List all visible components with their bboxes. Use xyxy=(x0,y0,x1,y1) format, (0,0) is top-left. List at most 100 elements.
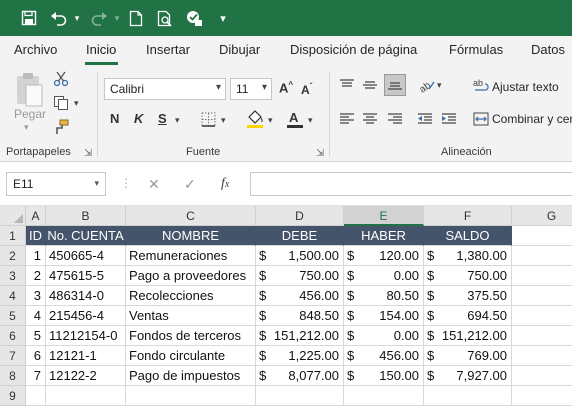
tab-formulas[interactable]: Fórmulas xyxy=(449,42,503,57)
font-color-icon[interactable]: A xyxy=(284,108,306,130)
cell-id[interactable]: 5 xyxy=(26,326,46,346)
column-header-g[interactable]: G xyxy=(512,206,572,226)
cell-id[interactable]: 7 xyxy=(26,366,46,386)
align-right-icon[interactable] xyxy=(386,110,404,128)
cell-debe[interactable]: $456.00 xyxy=(256,286,344,306)
cell-saldo[interactable]: $375.50 xyxy=(424,286,512,306)
underline-button[interactable]: S xyxy=(158,111,167,126)
cell-saldo[interactable]: $769.00 xyxy=(424,346,512,366)
italic-button[interactable]: K xyxy=(134,111,143,126)
tab-inicio[interactable]: Inicio xyxy=(86,42,116,57)
tab-insertar[interactable]: Insertar xyxy=(146,42,190,57)
table-header-cell[interactable]: HABER xyxy=(344,226,424,246)
redo-dropdown-icon[interactable]: ▾ xyxy=(112,6,122,30)
cell-debe[interactable]: $1,225.00 xyxy=(256,346,344,366)
tab-datos[interactable]: Datos xyxy=(531,42,565,57)
align-left-icon[interactable] xyxy=(338,110,356,128)
undo-dropdown-icon[interactable]: ▾ xyxy=(72,6,82,30)
table-header-cell[interactable]: ID xyxy=(26,226,46,246)
cell-id[interactable]: 4 xyxy=(26,306,46,326)
cell-haber[interactable]: $154.00 xyxy=(344,306,424,326)
borders-dropdown-icon[interactable]: ▾ xyxy=(221,115,226,126)
cell-nombre[interactable]: Pago a proveedores xyxy=(126,266,256,286)
new-document-icon[interactable] xyxy=(126,6,146,30)
tab-archivo[interactable]: Archivo xyxy=(14,42,57,57)
font-name-select[interactable]: Calibri ▾ xyxy=(104,78,226,100)
insert-function-icon[interactable]: fx xyxy=(221,176,229,192)
cell-empty[interactable] xyxy=(512,286,572,306)
row-header-5[interactable]: 5 xyxy=(0,306,26,326)
align-middle-icon[interactable] xyxy=(361,76,379,94)
merge-center-icon[interactable] xyxy=(472,110,490,128)
column-header-b[interactable]: B xyxy=(46,206,126,226)
row-header-7[interactable]: 7 xyxy=(0,346,26,366)
cell-empty[interactable] xyxy=(344,386,424,406)
row-header-6[interactable]: 6 xyxy=(0,326,26,346)
cancel-icon[interactable]: ✕ xyxy=(148,176,160,193)
cell-haber[interactable]: $80.50 xyxy=(344,286,424,306)
clipboard-launcher-icon[interactable]: ⇲ xyxy=(84,148,92,159)
cell-debe[interactable]: $750.00 xyxy=(256,266,344,286)
table-header-cell[interactable]: SALDO xyxy=(424,226,512,246)
font-size-select[interactable]: 11 ▾ xyxy=(230,78,272,100)
borders-icon[interactable] xyxy=(199,110,217,128)
cell-empty[interactable] xyxy=(512,306,572,326)
name-box[interactable]: E11 ▾ xyxy=(6,172,106,196)
cell-empty[interactable] xyxy=(424,386,512,406)
cell-nombre[interactable]: Remuneraciones xyxy=(126,246,256,266)
row-header-8[interactable]: 8 xyxy=(0,366,26,386)
font-color-dropdown-icon[interactable]: ▾ xyxy=(308,115,313,126)
cell-empty[interactable] xyxy=(126,386,256,406)
cell-debe[interactable]: $151,212.00 xyxy=(256,326,344,346)
print-preview-icon[interactable] xyxy=(154,6,176,30)
copy-icon[interactable] xyxy=(52,94,70,112)
cell-empty[interactable] xyxy=(26,386,46,406)
table-header-cell[interactable]: DEBE xyxy=(256,226,344,246)
spelling-check-icon[interactable] xyxy=(184,6,206,30)
save-icon[interactable] xyxy=(18,6,40,30)
wrap-text-icon[interactable]: ab xyxy=(472,76,490,94)
cell-saldo[interactable]: $694.50 xyxy=(424,306,512,326)
align-center-icon[interactable] xyxy=(361,110,379,128)
increase-indent-icon[interactable] xyxy=(440,110,458,128)
cell-cuenta[interactable]: 450665-4 xyxy=(46,246,126,266)
table-header-cell[interactable]: NOMBRE xyxy=(126,226,256,246)
row-header-3[interactable]: 3 xyxy=(0,266,26,286)
row-header-2[interactable]: 2 xyxy=(0,246,26,266)
undo-icon[interactable] xyxy=(48,6,70,30)
cell-cuenta[interactable]: 12121-1 xyxy=(46,346,126,366)
cell-nombre[interactable]: Recolecciones xyxy=(126,286,256,306)
select-all-button[interactable] xyxy=(0,206,26,226)
cell-empty[interactable] xyxy=(512,326,572,346)
merge-center-button[interactable]: Combinar y cen xyxy=(492,112,572,126)
paste-icon[interactable] xyxy=(12,70,46,110)
cut-icon[interactable] xyxy=(52,70,70,88)
orientation-icon[interactable]: ab xyxy=(416,76,436,94)
fill-color-dropdown-icon[interactable]: ▾ xyxy=(268,115,273,126)
row-header-9[interactable]: 9 xyxy=(0,386,26,406)
cell-cuenta[interactable]: 215456-4 xyxy=(46,306,126,326)
formula-input[interactable] xyxy=(250,172,572,196)
cell-empty[interactable] xyxy=(256,386,344,406)
row-header-4[interactable]: 4 xyxy=(0,286,26,306)
cell-empty[interactable] xyxy=(512,266,572,286)
cell-haber[interactable]: $120.00 xyxy=(344,246,424,266)
cell-haber[interactable]: $0.00 xyxy=(344,326,424,346)
cell-empty[interactable] xyxy=(512,366,572,386)
cell-saldo[interactable]: $1,380.00 xyxy=(424,246,512,266)
cell-haber[interactable]: $0.00 xyxy=(344,266,424,286)
cell-nombre[interactable]: Fondos de terceros xyxy=(126,326,256,346)
enter-icon[interactable]: ✓ xyxy=(184,176,196,193)
cell-haber[interactable]: $456.00 xyxy=(344,346,424,366)
cell-cuenta[interactable]: 486314-0 xyxy=(46,286,126,306)
column-header-e[interactable]: E xyxy=(344,206,424,226)
cell-nombre[interactable]: Pago de impuestos xyxy=(126,366,256,386)
decrease-font-size-icon[interactable]: Aˇ xyxy=(301,82,312,97)
format-painter-icon[interactable] xyxy=(52,118,70,136)
cell-cuenta[interactable]: 12122-2 xyxy=(46,366,126,386)
column-header-d[interactable]: D xyxy=(256,206,344,226)
tab-dibujar[interactable]: Dibujar xyxy=(219,42,260,57)
bold-button[interactable]: N xyxy=(110,111,119,126)
cell-saldo[interactable]: $151,212.00 xyxy=(424,326,512,346)
copy-dropdown-icon[interactable]: ▾ xyxy=(74,98,79,109)
